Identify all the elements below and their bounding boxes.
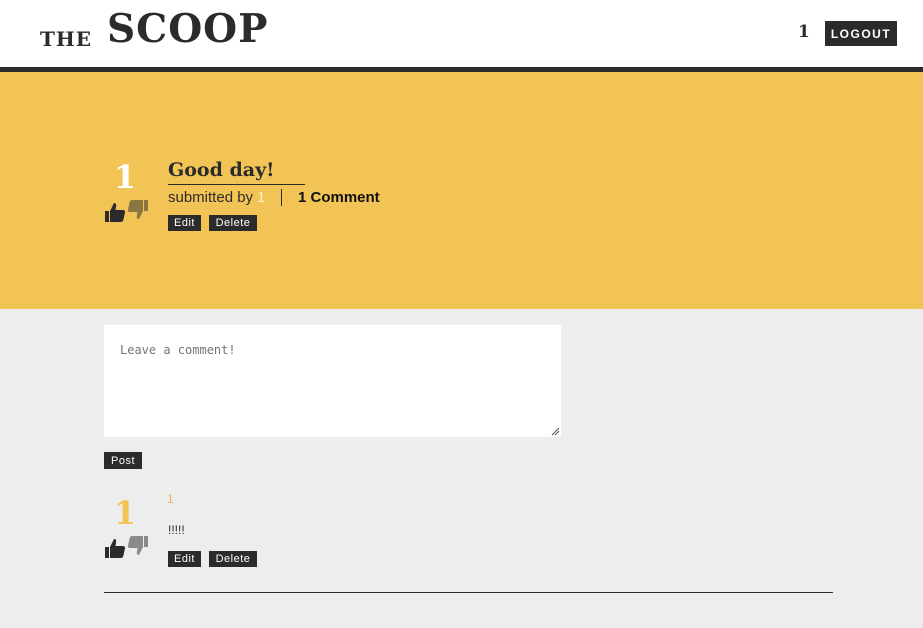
article-title[interactable]: Good day! [168, 159, 274, 181]
article-author-link[interactable]: 1 [257, 189, 265, 206]
article-score: 1 [113, 158, 137, 196]
comment-count-link[interactable]: 1 Comment [298, 188, 380, 207]
comment-text: !!!!! [168, 523, 185, 537]
delete-article-button[interactable]: Delete [209, 215, 257, 231]
comment-author-link[interactable]: 1 [167, 492, 174, 506]
byline-separator [281, 189, 282, 206]
resize-handle-icon[interactable] [551, 427, 560, 436]
logo-scoop[interactable]: SCOOP [107, 6, 268, 52]
site-header: THE SCOOP 1 LOGOUT [0, 0, 923, 67]
delete-comment-button[interactable]: Delete [209, 551, 257, 567]
current-username[interactable]: 1 [798, 22, 810, 42]
post-comment-button[interactable]: Post [104, 452, 142, 469]
thumbs-down-icon[interactable] [127, 199, 149, 221]
thumbs-up-icon[interactable] [104, 537, 126, 559]
edit-article-button[interactable]: Edit [168, 215, 201, 231]
edit-comment-button[interactable]: Edit [168, 551, 201, 567]
comment-divider [104, 592, 833, 593]
thumbs-up-icon[interactable] [104, 201, 126, 223]
thumbs-down-icon[interactable] [127, 535, 149, 557]
comment-input[interactable] [104, 325, 561, 437]
logo-the[interactable]: THE [40, 27, 92, 51]
article-byline: submitted by 1 [168, 188, 265, 207]
logout-button[interactable]: LOGOUT [825, 21, 897, 46]
submitted-by-label: submitted by [168, 189, 254, 206]
title-underline [168, 184, 305, 185]
comment-score: 1 [113, 494, 137, 532]
